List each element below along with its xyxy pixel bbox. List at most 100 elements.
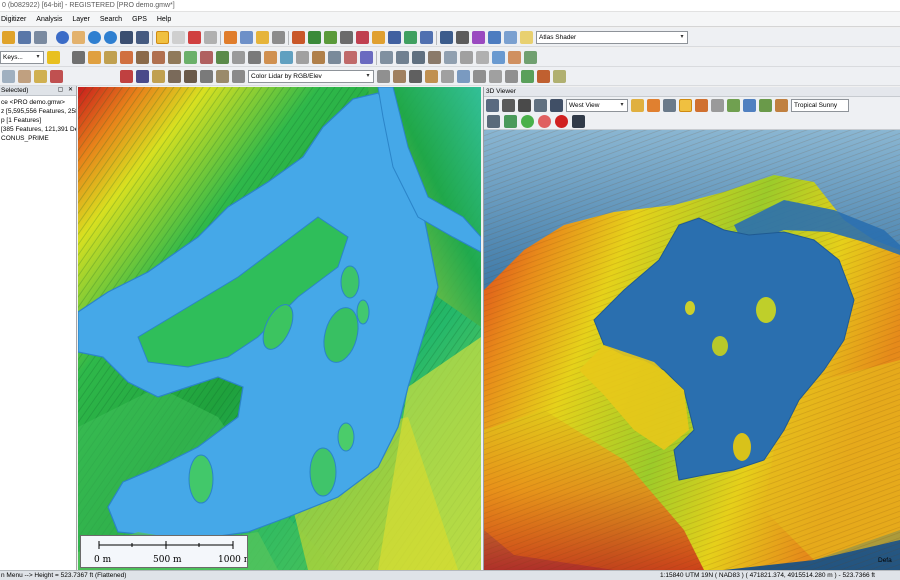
snap-icon[interactable]: [216, 51, 229, 64]
globe-icon[interactable]: [504, 31, 517, 44]
gear-icon[interactable]: [553, 70, 566, 83]
buffer-icon[interactable]: [184, 51, 197, 64]
box-icon[interactable]: [460, 51, 473, 64]
lidar-layers-icon[interactable]: [537, 70, 550, 83]
point-icon[interactable]: [2, 70, 15, 83]
route-icon[interactable]: [328, 51, 341, 64]
ruler-icon[interactable]: [224, 31, 237, 44]
pan-icon[interactable]: [502, 99, 515, 112]
volume-icon[interactable]: [404, 31, 417, 44]
vegetation-icon[interactable]: [759, 99, 772, 112]
delete-icon[interactable]: [188, 31, 201, 44]
draw-line-icon[interactable]: [88, 51, 101, 64]
zoom-out-icon[interactable]: [104, 31, 117, 44]
shader-icon[interactable]: [520, 31, 533, 44]
crop-icon[interactable]: [296, 51, 309, 64]
lidar-rect-icon[interactable]: [505, 70, 518, 83]
join-icon[interactable]: [280, 51, 293, 64]
shader-select[interactable]: Atlas Shader ▾: [536, 31, 688, 44]
profile-icon[interactable]: [340, 31, 353, 44]
lidar-clip-icon[interactable]: [425, 70, 438, 83]
watershed-icon[interactable]: [324, 31, 337, 44]
layer-item[interactable]: ce <PRO demo.gmw>: [0, 98, 76, 107]
measure-icon[interactable]: [312, 51, 325, 64]
contour-icon[interactable]: [308, 31, 321, 44]
hand-pan-icon[interactable]: [72, 31, 85, 44]
water-icon[interactable]: [743, 99, 756, 112]
save-icon[interactable]: [272, 31, 285, 44]
camera-icon[interactable]: [572, 115, 585, 128]
search-icon[interactable]: [56, 31, 69, 44]
cut-icon[interactable]: [152, 51, 165, 64]
target-icon[interactable]: [200, 51, 213, 64]
layer-item[interactable]: CONUS_PRIME: [0, 134, 76, 143]
lidar-edit-icon[interactable]: [216, 70, 229, 83]
map-icon[interactable]: [420, 31, 433, 44]
crosshair-icon[interactable]: [631, 99, 644, 112]
lidar-measure-icon[interactable]: [457, 70, 470, 83]
lidar-profile-icon[interactable]: [393, 70, 406, 83]
star-icon[interactable]: [47, 51, 60, 64]
home-icon[interactable]: [136, 31, 149, 44]
fit-icon[interactable]: [534, 99, 547, 112]
home-icon[interactable]: [550, 99, 563, 112]
ruler-icon[interactable]: [695, 99, 708, 112]
info-icon[interactable]: [240, 31, 253, 44]
viewer-3d-scene[interactable]: [484, 130, 900, 570]
measure-icon[interactable]: [711, 99, 724, 112]
view-select[interactable]: West View ▾: [566, 99, 628, 112]
sky-select[interactable]: Tropical Sunny: [791, 99, 849, 112]
sun-icon[interactable]: [372, 31, 385, 44]
flyby-icon[interactable]: [487, 115, 500, 128]
layer-item[interactable]: p [1 Features]: [0, 116, 76, 125]
close-icon[interactable]: ✕: [67, 87, 74, 94]
pencil-icon[interactable]: [156, 31, 169, 44]
layer-item[interactable]: [385 Features, 121,391 Del: [0, 125, 76, 134]
brush-icon[interactable]: [136, 51, 149, 64]
vertex-icon[interactable]: [72, 51, 85, 64]
lidar-terrain-icon[interactable]: [120, 70, 133, 83]
cancel-icon[interactable]: [50, 70, 63, 83]
path-icon[interactable]: [524, 51, 537, 64]
open-folder-icon[interactable]: [2, 31, 15, 44]
lidar-link-icon[interactable]: [473, 70, 486, 83]
lidar-brush-icon[interactable]: [168, 70, 181, 83]
keys-select[interactable]: Keys... ▾: [0, 51, 44, 64]
flag-icon[interactable]: [508, 51, 521, 64]
node-icon[interactable]: [396, 51, 409, 64]
menu-layer[interactable]: Layer: [67, 12, 95, 27]
rotate-view-icon[interactable]: [518, 99, 531, 112]
pin-icon[interactable]: ▢: [57, 87, 64, 94]
pencil-icon[interactable]: [679, 99, 692, 112]
lidar-class-icon[interactable]: [136, 70, 149, 83]
menu-help[interactable]: Help: [152, 12, 176, 27]
tree-icon[interactable]: [18, 70, 31, 83]
lidar-pencil-icon[interactable]: [152, 70, 165, 83]
menu-digitizer[interactable]: Digitizer: [0, 12, 31, 27]
undo-icon[interactable]: [344, 51, 357, 64]
lidar-tool-icon[interactable]: [184, 70, 197, 83]
workspace-icon[interactable]: [34, 31, 47, 44]
search-icon[interactable]: [486, 99, 499, 112]
rotate-icon[interactable]: [248, 51, 261, 64]
scale-icon[interactable]: [264, 51, 277, 64]
draw-area-icon[interactable]: [104, 51, 117, 64]
table-icon[interactable]: [440, 31, 453, 44]
layers-icon[interactable]: [18, 31, 31, 44]
sparkle-icon[interactable]: [34, 70, 47, 83]
wrench-icon[interactable]: [663, 99, 676, 112]
lock-icon[interactable]: [256, 31, 269, 44]
record-icon[interactable]: [555, 115, 568, 128]
path-profile-icon[interactable]: [409, 70, 422, 83]
plus-icon[interactable]: [647, 99, 660, 112]
sync-icon[interactable]: [492, 51, 505, 64]
fence-select-icon[interactable]: [377, 70, 390, 83]
stop-icon[interactable]: [538, 115, 551, 128]
menu-gps[interactable]: GPS: [127, 12, 152, 27]
fork-icon[interactable]: [412, 51, 425, 64]
edit-pencil-icon[interactable]: [120, 51, 133, 64]
video-icon[interactable]: [504, 115, 517, 128]
lidar-filter-icon[interactable]: [200, 70, 213, 83]
grid-icon[interactable]: [204, 31, 217, 44]
select-icon[interactable]: [172, 31, 185, 44]
